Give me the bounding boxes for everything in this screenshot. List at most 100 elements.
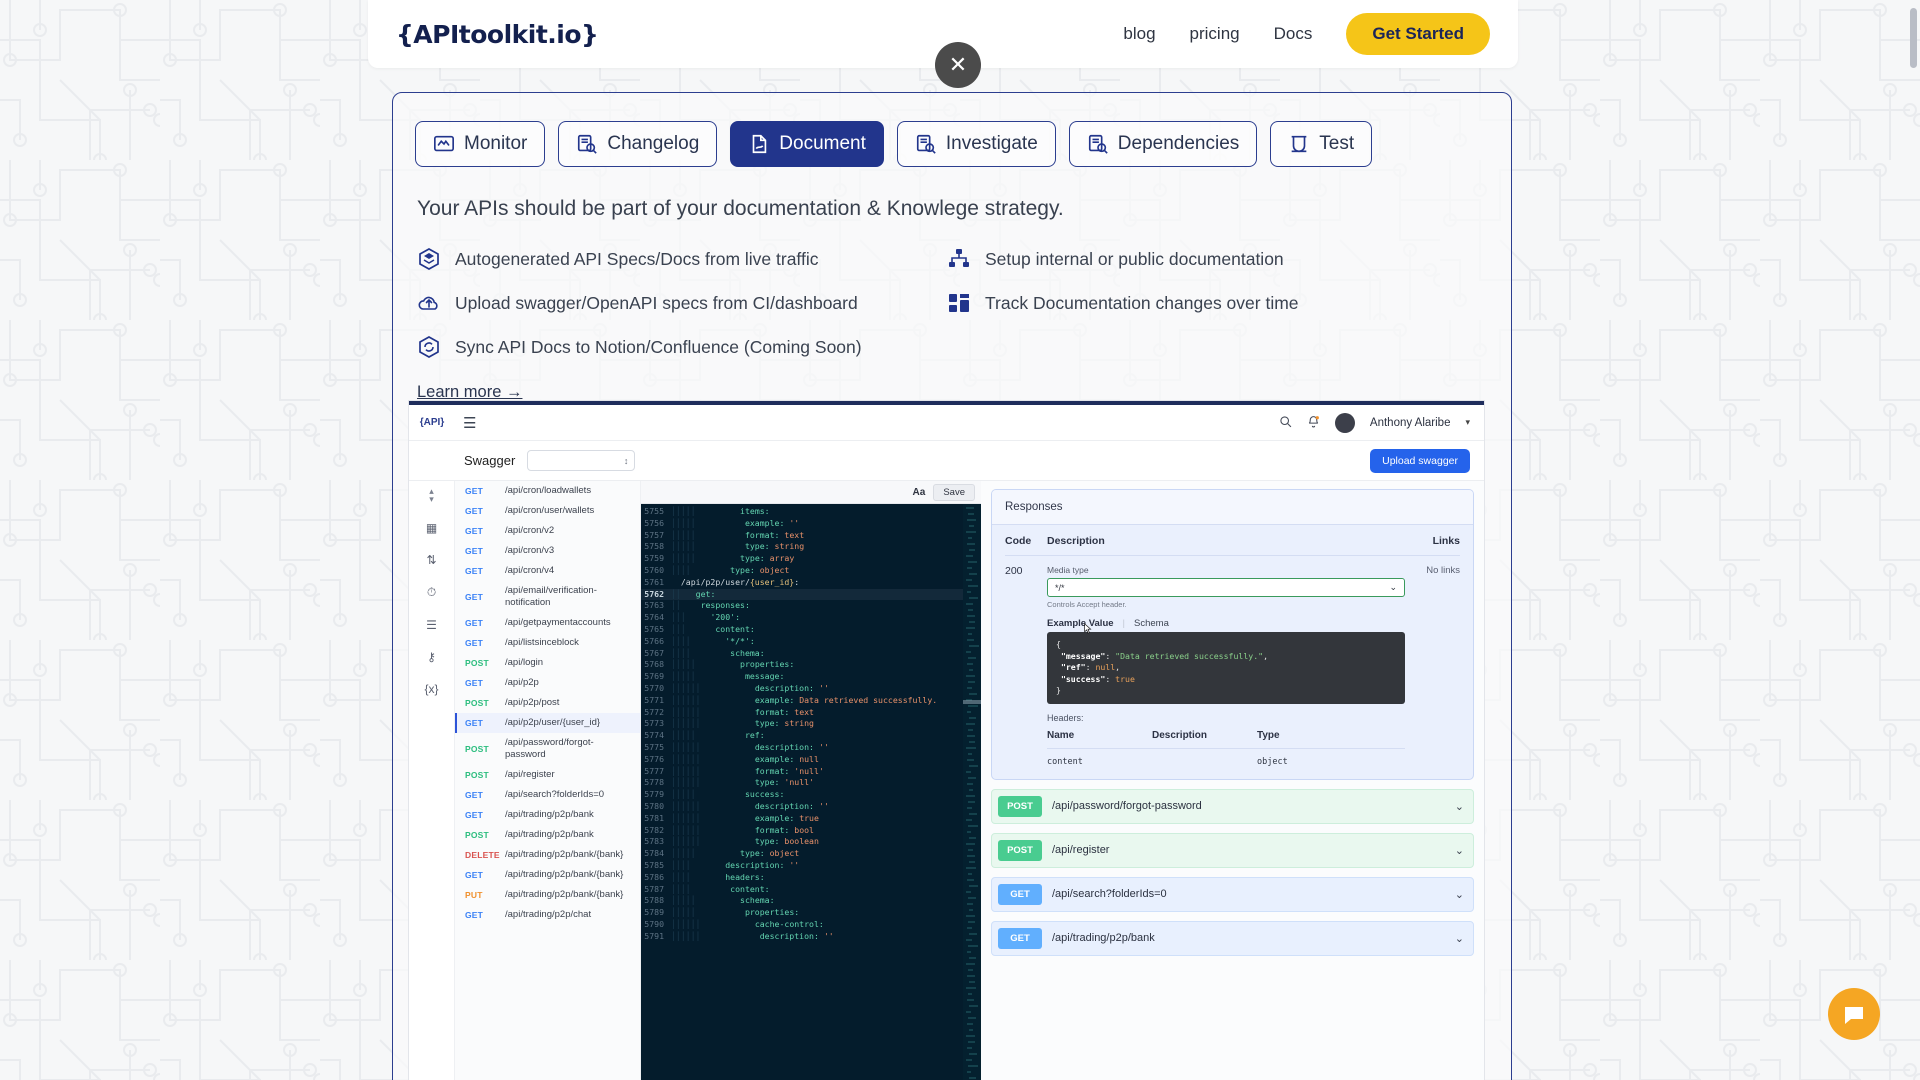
code-line[interactable]: 5782││││││ format: bool bbox=[641, 825, 981, 837]
avatar[interactable] bbox=[1335, 413, 1355, 433]
chevron-down-icon[interactable]: ⌄ bbox=[1455, 844, 1464, 857]
editor-minimap[interactable] bbox=[963, 504, 981, 1080]
code-line[interactable]: 5774│││││ ref: bbox=[641, 730, 981, 742]
code-line[interactable]: 5779│││││ success: bbox=[641, 789, 981, 801]
get-started-button[interactable]: Get Started bbox=[1346, 13, 1490, 55]
logo[interactable]: {APItoolkit.io} bbox=[396, 20, 598, 49]
upload-swagger-button[interactable]: Upload swagger bbox=[1370, 449, 1470, 473]
endpoint-list-item[interactable]: GET/api/cron/v4 bbox=[455, 561, 640, 581]
endpoint-list-item[interactable]: PUT/api/trading/p2p/bank/{bank} bbox=[455, 885, 640, 905]
nav-link-blog[interactable]: blog bbox=[1123, 24, 1155, 44]
notification-bell-icon[interactable] bbox=[1307, 415, 1320, 431]
code-line[interactable]: 5761 /api/p2p/user/{user_id}: bbox=[641, 577, 981, 589]
chevron-down-icon[interactable]: ▾ bbox=[1465, 417, 1470, 428]
tab-dependencies[interactable]: Dependencies bbox=[1069, 121, 1257, 167]
endpoint-list-item[interactable]: GET/api/trading/p2p/chat bbox=[455, 905, 640, 925]
media-type-select[interactable]: */* ⌄ bbox=[1047, 578, 1405, 597]
endpoint-accordion[interactable]: GET/api/search?folderIds=0⌄ bbox=[991, 877, 1474, 912]
chevron-down-icon[interactable]: ⌄ bbox=[1455, 800, 1464, 813]
swagger-select[interactable]: ↕ bbox=[527, 450, 635, 471]
endpoint-list-item[interactable]: GET/api/trading/p2p/bank/{bank} bbox=[455, 865, 640, 885]
search-icon[interactable] bbox=[1279, 415, 1292, 431]
endpoint-list-item[interactable]: POST/api/password/forgot-password bbox=[455, 733, 640, 765]
endpoint-list-item[interactable]: GET/api/cron/v3 bbox=[455, 541, 640, 561]
code-line[interactable]: 5769│││││ message: bbox=[641, 671, 981, 683]
chat-bubble-icon[interactable] bbox=[1828, 988, 1880, 1040]
code-line[interactable]: 5790││││││ cache-control: bbox=[641, 919, 981, 931]
code-line[interactable]: 5783││││││ type: boolean bbox=[641, 836, 981, 848]
code-line[interactable]: 5771││││││ example: Data retrieved succe… bbox=[641, 695, 981, 707]
endpoint-list-item[interactable]: GET/api/cron/v2 bbox=[455, 521, 640, 541]
code-line[interactable]: 5762││ get: bbox=[641, 589, 981, 601]
endpoint-list-item[interactable]: POST/api/login bbox=[455, 653, 640, 673]
endpoint-list-item[interactable]: DELETE/api/trading/p2p/bank/{bank} bbox=[455, 845, 640, 865]
endpoint-list-item[interactable]: GET/api/search?folderIds=0 bbox=[455, 785, 640, 805]
code-line[interactable]: 5777││││││ format: 'null' bbox=[641, 766, 981, 778]
code-line[interactable]: 5755│││││ items: bbox=[641, 506, 981, 518]
code-line[interactable]: 5772││││││ format: text bbox=[641, 707, 981, 719]
code-line[interactable]: 5757│││││ format: text bbox=[641, 530, 981, 542]
endpoint-list-item[interactable]: GET/api/p2p/user/{user_id} bbox=[455, 713, 640, 733]
code-line[interactable]: 5760││││ type: object bbox=[641, 565, 981, 577]
code-line[interactable]: 5787││││ content: bbox=[641, 884, 981, 896]
code-line[interactable]: 5773││││││ type: string bbox=[641, 718, 981, 730]
learn-more-link[interactable]: Learn more → bbox=[417, 383, 522, 402]
endpoint-accordion[interactable]: POST/api/password/forgot-password⌄ bbox=[991, 789, 1474, 824]
tab-investigate[interactable]: Investigate bbox=[897, 121, 1056, 167]
endpoint-list-item[interactable]: GET/api/email/verification-notification bbox=[455, 581, 640, 613]
rail-collapse-toggle[interactable]: ▴▾ bbox=[429, 487, 434, 503]
code-line[interactable]: 5778││││││ type: 'null' bbox=[641, 777, 981, 789]
code-lines[interactable]: 5755│││││ items:5756│││││ example: ''575… bbox=[641, 504, 981, 942]
close-modal-button[interactable]: ✕ bbox=[935, 42, 981, 88]
tab-document[interactable]: Document bbox=[730, 121, 884, 167]
endpoint-list-item[interactable]: GET/api/trading/p2p/bank bbox=[455, 805, 640, 825]
code-line[interactable]: 5776││││││ example: null bbox=[641, 754, 981, 766]
code-line[interactable]: 5759│││││ type: array bbox=[641, 553, 981, 565]
clock-icon[interactable]: ⏱ bbox=[427, 585, 436, 600]
font-size-toggle[interactable]: Aa bbox=[913, 487, 926, 498]
endpoint-list-item[interactable]: GET/api/p2p bbox=[455, 673, 640, 693]
hamburger-menu-icon[interactable]: ☰ bbox=[463, 414, 476, 432]
endpoint-list-item[interactable]: GET/api/listsinceblock bbox=[455, 633, 640, 653]
code-line[interactable]: 5784│││││ type: object bbox=[641, 848, 981, 860]
code-line[interactable]: 5780││││││ description: '' bbox=[641, 801, 981, 813]
code-line[interactable]: 5785││││ description: '' bbox=[641, 860, 981, 872]
page-scrollbar[interactable] bbox=[1910, 8, 1917, 68]
endpoint-list[interactable]: GET/api/cron/loadwalletsGET/api/cron/use… bbox=[455, 481, 641, 1080]
chevron-down-icon[interactable]: ⌄ bbox=[1455, 932, 1464, 945]
endpoint-list-item[interactable]: GET/api/cron/loadwallets bbox=[455, 481, 640, 501]
key-icon[interactable]: ⚷ bbox=[427, 650, 436, 664]
code-line[interactable]: 5765│││ content: bbox=[641, 624, 981, 636]
app-logo[interactable]: {API} bbox=[409, 417, 455, 428]
save-button[interactable]: Save bbox=[933, 484, 975, 501]
tab-test[interactable]: Test bbox=[1270, 121, 1372, 167]
code-line[interactable]: 5789│││││ properties: bbox=[641, 907, 981, 919]
endpoint-list-item[interactable]: POST/api/p2p/post bbox=[455, 693, 640, 713]
code-line[interactable]: 5767││││ schema: bbox=[641, 648, 981, 660]
nav-link-docs[interactable]: Docs bbox=[1274, 24, 1313, 44]
code-line[interactable]: 5781││││││ example: true bbox=[641, 813, 981, 825]
yaml-code-editor[interactable]: Aa Save 5755│││││ items:5756│││││ exampl… bbox=[641, 481, 981, 1080]
variable-icon[interactable]: {x} bbox=[424, 682, 438, 696]
endpoint-list-item[interactable]: GET/api/cron/user/wallets bbox=[455, 501, 640, 521]
sort-arrows-icon[interactable]: ⇅ bbox=[426, 553, 436, 567]
code-line[interactable]: 5788│││││ schema: bbox=[641, 895, 981, 907]
endpoint-list-item[interactable]: POST/api/register bbox=[455, 765, 640, 785]
tab-changelog[interactable]: Changelog bbox=[558, 121, 717, 167]
endpoint-list-item[interactable]: GET/api/getpaymentaccounts bbox=[455, 613, 640, 633]
list-icon[interactable]: ☰ bbox=[426, 618, 437, 632]
code-line[interactable]: 5775││││││ description: '' bbox=[641, 742, 981, 754]
endpoint-accordion[interactable]: POST/api/register⌄ bbox=[991, 833, 1474, 868]
code-line[interactable]: 5770││││││ description: '' bbox=[641, 683, 981, 695]
code-line[interactable]: 5766││││ '*/*': bbox=[641, 636, 981, 648]
code-line[interactable]: 5763││ responses: bbox=[641, 600, 981, 612]
chevron-down-icon[interactable]: ⌄ bbox=[1455, 888, 1464, 901]
code-line[interactable]: 5764│││ '200': bbox=[641, 612, 981, 624]
dashboard-grid-icon[interactable]: ▦ bbox=[426, 521, 437, 535]
code-line[interactable]: 5786││││ headers: bbox=[641, 872, 981, 884]
code-line[interactable]: 5768│││││ properties: bbox=[641, 659, 981, 671]
tab-monitor[interactable]: Monitor bbox=[415, 121, 545, 167]
endpoint-list-item[interactable]: POST/api/trading/p2p/bank bbox=[455, 825, 640, 845]
tab-schema[interactable]: Schema bbox=[1134, 618, 1169, 629]
code-line[interactable]: 5758│││││ type: string bbox=[641, 541, 981, 553]
